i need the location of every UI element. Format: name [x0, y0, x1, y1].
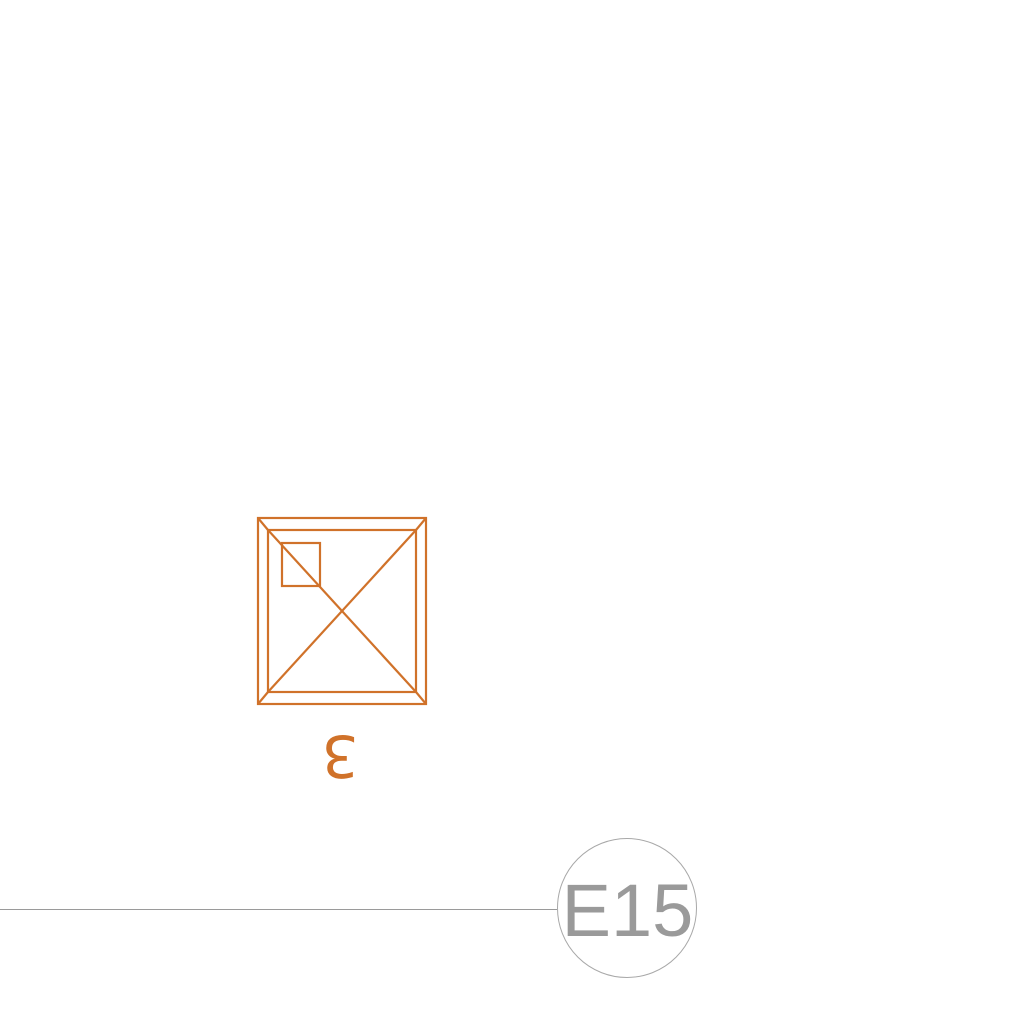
drawing-canvas: 3 E15: [0, 0, 1024, 1024]
symbol-corner-line-bl: [257, 691, 269, 705]
symbol-corner-line-br: [415, 691, 427, 705]
window-symbol-icon: [256, 516, 428, 706]
symbol-corner-line-tl: [257, 517, 269, 531]
grid-line: [0, 909, 557, 910]
symbol-corner-line-tr: [415, 517, 427, 531]
symbol-mark-label: 3: [321, 722, 359, 790]
grid-bubble-label: E15: [561, 869, 694, 952]
